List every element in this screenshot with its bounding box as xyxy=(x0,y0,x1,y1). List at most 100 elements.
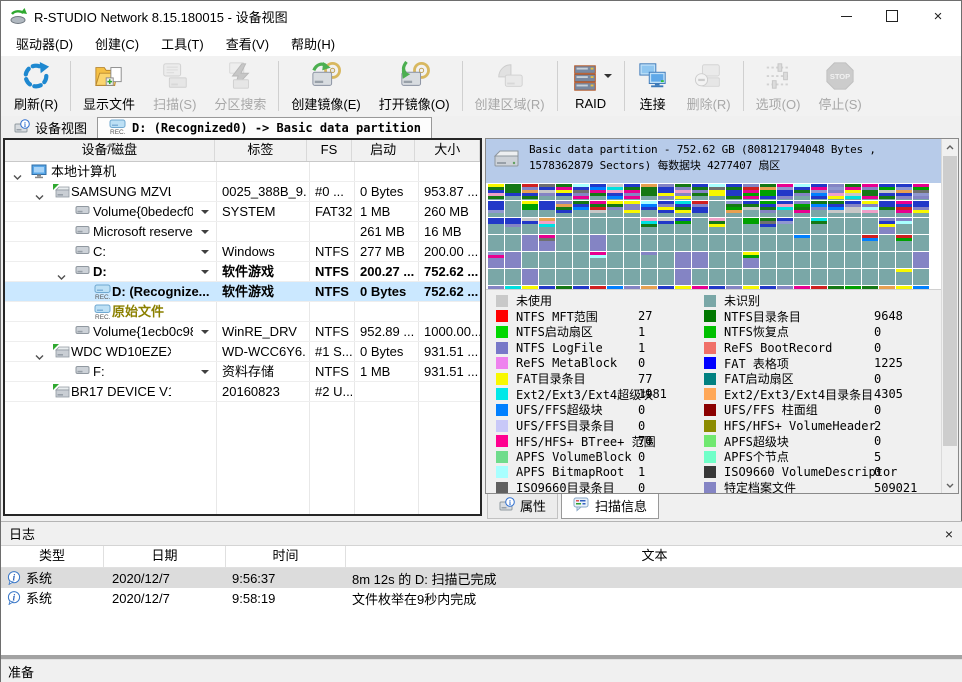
log-col-header-1[interactable]: 日期 xyxy=(104,546,226,567)
menu-item-drive[interactable]: 驱动器(D) xyxy=(5,31,84,56)
log-date-cell: 2020/12/7 xyxy=(104,591,226,606)
map-block xyxy=(845,218,861,234)
row-dropdown-caret-icon[interactable] xyxy=(201,270,209,278)
toolbar-button-show-files[interactable]: 显示文件 xyxy=(74,56,144,116)
map-block xyxy=(607,218,623,234)
scan-info-tab-icon xyxy=(573,497,590,515)
log-close-button[interactable]: × xyxy=(945,527,953,541)
tab-device-view[interactable]: i 设备视图 xyxy=(4,117,97,138)
legend-count: 70 xyxy=(638,434,652,448)
map-block xyxy=(590,184,606,200)
scan-icon xyxy=(159,59,191,93)
log-col-header-3[interactable]: 文本 xyxy=(346,546,962,567)
scroll-up-button[interactable] xyxy=(942,139,958,155)
log-row-1[interactable]: i系统2020/12/79:58:19文件枚举在9秒内完成 xyxy=(1,588,962,608)
menu-item-create[interactable]: 创建(C) xyxy=(84,31,150,56)
toolbar-button-refresh[interactable]: 刷新(R) xyxy=(5,56,67,116)
vertical-scrollbar[interactable] xyxy=(941,139,958,493)
row-dropdown-caret-icon[interactable] xyxy=(201,210,209,218)
map-block xyxy=(913,269,929,285)
log-col-header-2[interactable]: 时间 xyxy=(226,546,346,567)
device-row-1[interactable]: SAMSUNG MZVLB1T0...0025_388B_9...#0 ...0… xyxy=(5,182,480,202)
device-row-9[interactable]: WDC WD10EZEX-08W...WD-WCC6Y6...#1 S...0 … xyxy=(5,342,480,362)
partition-summary-text: Basic data partition - 752.62 GB (808121… xyxy=(529,142,938,183)
device-name: F: xyxy=(93,362,105,381)
map-block xyxy=(590,252,606,268)
device-row-2[interactable]: Volume{0bedecf0-..SYSTEMFAT321 MB260 MB xyxy=(5,202,480,222)
device-row-10[interactable]: F:资料存储NTFS1 MB931.51 ... xyxy=(5,362,480,382)
row-dropdown-caret-icon[interactable] xyxy=(201,370,209,378)
maximize-button[interactable] xyxy=(869,1,915,31)
device-row-8[interactable]: Volume{1ecb0c98-..WinRE_DRVNTFS952.89 ..… xyxy=(5,322,480,342)
toolbar-button-label: 删除(R) xyxy=(687,94,731,113)
map-block xyxy=(709,184,725,200)
legend-label: ISO9660目录条目 xyxy=(516,479,615,494)
map-block xyxy=(726,218,742,234)
sector-block-map xyxy=(486,183,942,289)
toolbar-button-delete[interactable]: 删除(R) xyxy=(678,56,740,116)
device-row-6[interactable]: REC.D: (Recognize...软件游戏NTFS0 Bytes752.6… xyxy=(5,282,480,302)
device-col-header-4[interactable]: 大小 xyxy=(415,140,480,161)
map-block xyxy=(811,269,827,285)
scrollbar-thumb[interactable] xyxy=(943,156,957,446)
scroll-down-button[interactable] xyxy=(942,477,958,493)
map-block xyxy=(658,218,674,234)
row-dropdown-caret-icon[interactable] xyxy=(201,250,209,258)
start-cell: 1 MB xyxy=(360,202,416,221)
legend-count: 4305 xyxy=(874,387,903,401)
minimize-button[interactable] xyxy=(823,1,869,31)
legend-item: ReFS BootRecord0 xyxy=(704,340,942,356)
device-name: SAMSUNG MZVLB1T0... xyxy=(71,182,171,201)
toolbar-button-scan[interactable]: 扫描(S) xyxy=(144,56,205,116)
map-block xyxy=(573,184,589,200)
toolbar-button-options[interactable]: 选项(O) xyxy=(747,56,810,116)
legend-count: 1 xyxy=(638,325,645,339)
close-button[interactable]: × xyxy=(915,1,961,31)
log-row-0[interactable]: i系统2020/12/79:56:378m 12s 的 D: 扫描已完成 xyxy=(1,568,962,588)
tab-recognized-partition[interactable]: REC. D: (Recognized0) -> Basic data part… xyxy=(97,117,432,138)
toolbar-button-label: 创建镜像(E) xyxy=(291,94,360,113)
toolbar-button-create-image[interactable]: 创建镜像(E) xyxy=(282,56,369,116)
tab-properties[interactable]: i 属性 xyxy=(487,494,558,519)
device-row-5[interactable]: D:软件游戏NTFS200.27 ...752.62 ... xyxy=(5,262,480,282)
legend-label: Ext2/Ext3/Ext4超级块 xyxy=(516,386,653,403)
volume-icon xyxy=(75,244,91,256)
toolbar-button-raid[interactable]: RAID xyxy=(561,56,621,116)
legend-column-left: 未使用NTFS MFT范围27NTFS启动扇区1NTFS LogFile1ReF… xyxy=(496,293,704,491)
toolbar-button-partition-search[interactable]: 分区搜索 xyxy=(205,56,275,116)
menu-item-help[interactable]: 帮助(H) xyxy=(280,31,346,56)
toolbar-button-create-region[interactable]: 创建区域(R) xyxy=(466,56,554,116)
legend-item: FAT启动扇区0 xyxy=(704,371,942,387)
device-row-3[interactable]: Microsoft reserve..261 MB16 MB xyxy=(5,222,480,242)
device-col-header-3[interactable]: 启动 xyxy=(352,140,416,161)
map-block xyxy=(556,235,572,251)
toolbar-button-connect[interactable]: 连接 xyxy=(628,56,678,116)
legend-item: HFS/HFS+ VolumeHeader2 xyxy=(704,418,942,434)
map-block xyxy=(556,184,572,200)
legend-swatch xyxy=(496,420,508,432)
device-row-7[interactable]: REC.原始文件 xyxy=(5,302,480,322)
show-files-icon xyxy=(93,59,125,93)
toolbar-button-stop[interactable]: STOP停止(S) xyxy=(809,56,870,116)
toolbar-button-open-image[interactable]: 打开镜像(O) xyxy=(370,56,459,116)
device-name: D: xyxy=(93,262,107,281)
map-block xyxy=(879,201,895,217)
map-block xyxy=(488,269,504,285)
tab-scan-info[interactable]: 扫描信息 xyxy=(561,494,659,519)
dropdown-arrow-icon[interactable] xyxy=(604,74,612,82)
map-block xyxy=(624,252,640,268)
map-block xyxy=(556,252,572,268)
menu-item-tools[interactable]: 工具(T) xyxy=(150,31,215,56)
device-col-header-2[interactable]: FS xyxy=(307,140,352,161)
tab-label: 设备视图 xyxy=(35,118,87,137)
menu-item-view[interactable]: 查看(V) xyxy=(215,31,280,56)
row-dropdown-caret-icon[interactable] xyxy=(201,230,209,238)
device-row-11[interactable]: BR17 DEVICE V1.00 1....20160823#2 U... xyxy=(5,382,480,402)
row-dropdown-caret-icon[interactable] xyxy=(201,330,209,338)
legend-swatch xyxy=(704,435,716,447)
device-col-header-1[interactable]: 标签 xyxy=(215,140,307,161)
device-row-0[interactable]: 本地计算机 xyxy=(5,162,480,182)
device-row-4[interactable]: C:WindowsNTFS277 MB200.00 ... xyxy=(5,242,480,262)
map-block xyxy=(692,201,708,217)
log-col-header-0[interactable]: 类型 xyxy=(1,546,104,567)
